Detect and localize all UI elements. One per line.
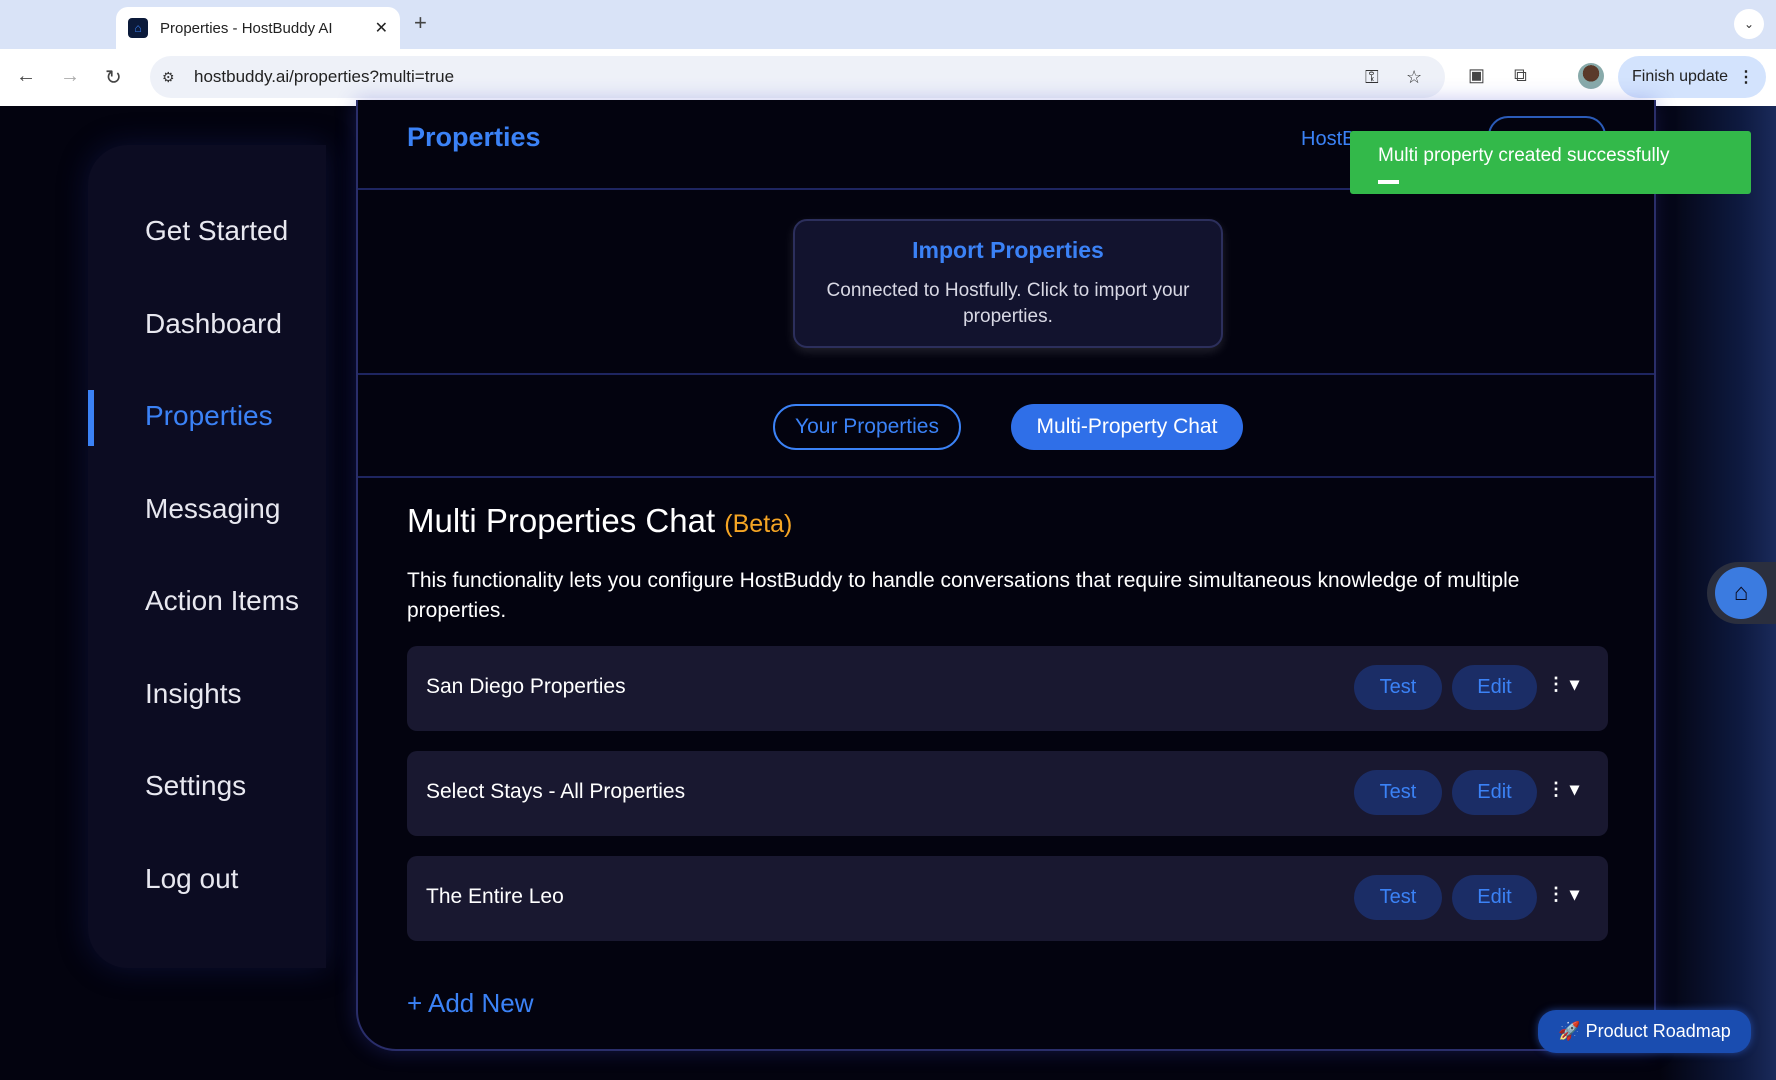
extension-icon[interactable]: ▣ (1468, 65, 1485, 86)
section-title: Multi Properties Chat (Beta) (407, 502, 792, 540)
success-toast[interactable]: Multi property created successfully (1350, 131, 1751, 194)
section-title-text: Multi Properties Chat (407, 502, 716, 539)
reload-icon[interactable]: ↻ (105, 65, 122, 90)
address-toolbar: ← → ↻ ⚙ hostbuddy.ai/properties?multi=tr… (0, 49, 1776, 106)
test-button[interactable]: Test (1354, 875, 1442, 920)
active-indicator (88, 390, 94, 446)
sidebar-item-messaging[interactable]: Messaging (145, 493, 280, 525)
test-button[interactable]: Test (1354, 665, 1442, 710)
tab-search-chevron-icon[interactable]: ⌄ (1734, 9, 1764, 39)
browser-tab-bar: ⌂ Properties - HostBuddy AI ✕ + ⌄ (0, 0, 1776, 49)
tab-multi-property-chat[interactable]: Multi-Property Chat (1011, 404, 1243, 450)
import-title: Import Properties (912, 237, 1104, 263)
password-key-icon[interactable]: ⚿ (1365, 67, 1379, 88)
product-roadmap-button[interactable]: 🚀 Product Roadmap (1538, 1010, 1751, 1053)
back-icon[interactable]: ← (16, 65, 36, 88)
forward-icon[interactable]: → (60, 65, 80, 88)
close-tab-icon[interactable]: ✕ (375, 18, 388, 38)
page-title: Properties (407, 122, 541, 152)
sidebar-item-get-started[interactable]: Get Started (145, 215, 288, 247)
house-chat-icon[interactable]: ⌂ (1715, 567, 1767, 619)
divider (358, 373, 1654, 375)
toast-message: Multi property created successfully (1378, 145, 1670, 166)
divider (358, 476, 1654, 478)
hostbuddy-chat-widget[interactable]: ⌂ (1707, 562, 1776, 624)
tab-title: Properties - HostBuddy AI (160, 19, 333, 37)
edit-button[interactable]: Edit (1452, 665, 1537, 710)
toast-progress-bar (1378, 180, 1399, 184)
puzzle-extensions-icon[interactable]: ⧉ (1514, 65, 1527, 86)
sidebar-item-properties[interactable]: Properties (145, 400, 273, 432)
browser-tab[interactable]: ⌂ Properties - HostBuddy AI ✕ (116, 7, 400, 49)
tab-your-properties[interactable]: Your Properties (773, 404, 961, 450)
more-options-dropdown-icon[interactable]: ⋮ ▾ (1547, 779, 1579, 800)
group-name: The Entire Leo (426, 885, 564, 908)
main-panel: Properties HostB Import Properties Conne… (356, 100, 1656, 1051)
group-name: San Diego Properties (426, 675, 626, 698)
more-options-dropdown-icon[interactable]: ⋮ ▾ (1547, 884, 1579, 905)
bookmark-star-icon[interactable]: ☆ (1406, 67, 1422, 88)
multi-property-row: The Entire Leo Test Edit ⋮ ▾ (407, 856, 1608, 941)
more-options-dropdown-icon[interactable]: ⋮ ▾ (1547, 674, 1579, 695)
import-properties-card[interactable]: Import Properties Connected to Hostfully… (793, 219, 1223, 348)
group-name: Select Stays - All Properties (426, 780, 686, 803)
finish-update-button[interactable]: Finish update ⋮ (1618, 56, 1766, 98)
import-description: Connected to Hostfully. Click to import … (826, 280, 1190, 327)
sidebar-item-insights[interactable]: Insights (145, 678, 242, 710)
sidebar-item-action-items[interactable]: Action Items (145, 585, 299, 617)
sidebar-item-log-out[interactable]: Log out (145, 863, 238, 895)
address-bar[interactable]: ⚙ hostbuddy.ai/properties?multi=true ⚿ ☆ (150, 56, 1445, 98)
edit-button[interactable]: Edit (1452, 875, 1537, 920)
site-settings-icon[interactable]: ⚙ (162, 69, 175, 86)
header-link[interactable]: HostB (1301, 128, 1355, 151)
finish-update-label: Finish update (1632, 68, 1729, 85)
profile-avatar[interactable] (1578, 63, 1604, 89)
new-tab-icon[interactable]: + (414, 10, 427, 36)
beta-badge: (Beta) (724, 510, 793, 538)
section-description: This functionality lets you configure Ho… (407, 569, 1520, 622)
edit-button[interactable]: Edit (1452, 770, 1537, 815)
add-new-button[interactable]: + Add New (407, 988, 533, 1019)
more-vert-icon[interactable]: ⋮ (1738, 67, 1754, 87)
multi-property-row: Select Stays - All Properties Test Edit … (407, 751, 1608, 836)
sidebar-item-dashboard[interactable]: Dashboard (145, 308, 282, 340)
sidebar: Get Started Dashboard Properties Messagi… (88, 145, 326, 968)
hostbuddy-favicon: ⌂ (128, 18, 148, 38)
test-button[interactable]: Test (1354, 770, 1442, 815)
multi-property-row: San Diego Properties Test Edit ⋮ ▾ (407, 646, 1608, 731)
url-text: hostbuddy.ai/properties?multi=true (194, 67, 455, 86)
sidebar-item-settings[interactable]: Settings (145, 770, 246, 802)
